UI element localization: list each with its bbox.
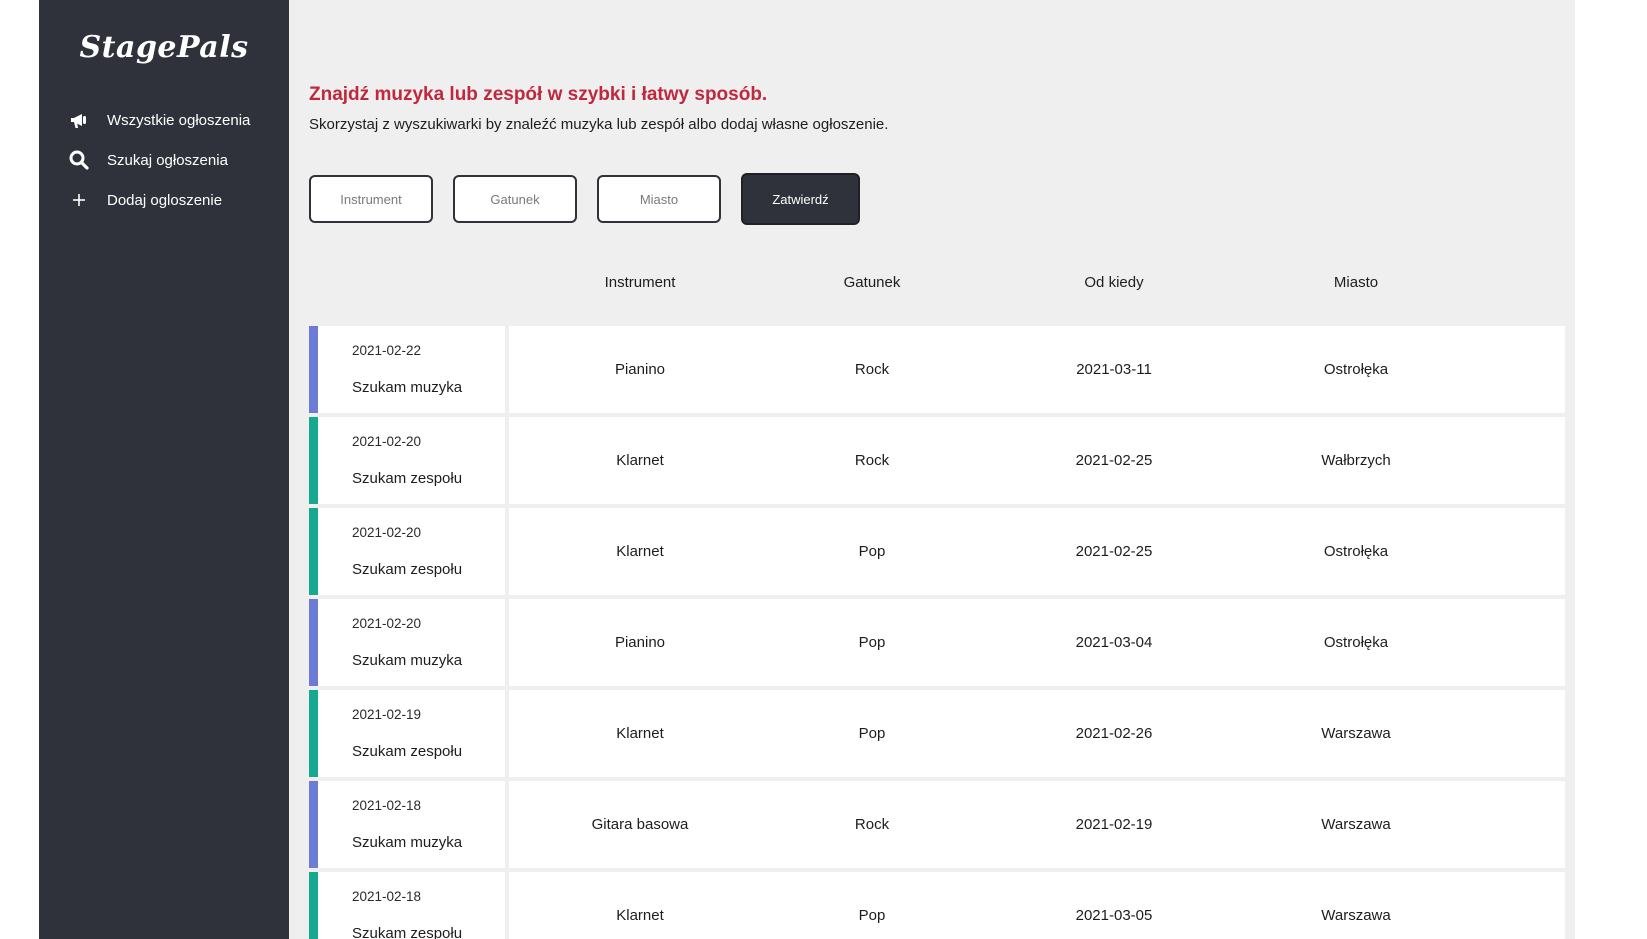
page: StagePals Wszystkie ogłoszenia Szukaj og… [0,0,1647,939]
sidebar-nav: Wszystkie ogłoszenia Szukaj ogłoszenia D… [39,100,289,220]
search-form: Zatwierdź [309,173,860,225]
row-details: Klarnet Pop 2021-02-25 Ostrołęka [509,508,1565,595]
page-subtitle: Skorzystaj z wyszukiwarki by znaleźć muz… [309,116,889,133]
cell-instrument: Klarnet [616,452,664,469]
sidebar-item-label: Wszystkie ogłoszenia [107,111,251,129]
plus-icon [67,188,91,212]
row-date: 2021-02-18 [352,889,422,904]
column-header-since: Od kiedy [1084,274,1144,291]
cell-city: Warszawa [1321,816,1391,833]
cell-since: 2021-03-05 [1075,907,1153,924]
cell-since: 2021-02-26 [1075,725,1153,742]
row-date: 2021-02-20 [352,616,422,631]
sidebar-item-search-ads[interactable]: Szukaj ogłoszenia [39,140,289,180]
cell-city: Warszawa [1321,907,1391,924]
cell-instrument: Klarnet [616,725,664,742]
cell-genre: Pop [858,725,886,742]
cell-instrument: Gitara basowa [591,816,689,833]
sidebar-item-all-ads[interactable]: Wszystkie ogłoszenia [39,100,289,140]
row-summary: 2021-02-18 Szukam zespołu [309,872,505,939]
city-input[interactable] [597,175,721,223]
cell-instrument: Klarnet [616,907,664,924]
cell-city: Ostrołęka [1323,361,1389,378]
cell-instrument: Pianino [614,361,666,378]
row-summary: 2021-02-20 Szukam zespołu [309,508,505,595]
row-date: 2021-02-22 [352,343,422,358]
column-header-genre: Gatunek [843,274,901,291]
row-title: Szukam muzyka [352,652,463,669]
column-header-instrument: Instrument [604,274,676,291]
genre-input[interactable] [453,175,577,223]
row-summary: 2021-02-22 Szukam muzyka [309,326,505,413]
sidebar-item-add-ad[interactable]: Dodaj ogloszenie [39,180,289,220]
row-title: Szukam muzyka [352,834,463,851]
cell-since: 2021-03-11 [1076,361,1152,378]
ads-list: 2021-02-22 Szukam muzyka Pianino Rock 20… [309,326,1565,939]
table-row[interactable]: 2021-02-20 Szukam zespołu Klarnet Rock 2… [309,417,1565,504]
row-date: 2021-02-20 [352,434,422,449]
row-title: Szukam zespołu [352,470,463,487]
cell-genre: Rock [854,361,890,378]
cell-since: 2021-02-19 [1075,816,1153,833]
row-summary: 2021-02-20 Szukam muzyka [309,599,505,686]
sidebar-item-label: Szukaj ogłoszenia [107,151,228,169]
sidebar-item-label: Dodaj ogloszenie [107,191,223,209]
table-row[interactable]: 2021-02-18 Szukam muzyka Gitara basowa R… [309,781,1565,868]
row-summary: 2021-02-18 Szukam muzyka [309,781,505,868]
row-date: 2021-02-18 [352,798,422,813]
row-summary: 2021-02-20 Szukam zespołu [309,417,505,504]
cell-instrument: Klarnet [616,543,664,560]
table-row[interactable]: 2021-02-19 Szukam zespołu Klarnet Pop 20… [309,690,1565,777]
logo[interactable]: StagePals [39,30,289,65]
row-date: 2021-02-20 [352,525,422,540]
cell-city: Ostrołęka [1323,634,1389,651]
row-details: Klarnet Pop 2021-03-05 Warszawa [509,872,1565,939]
cell-city: Ostrołęka [1323,543,1389,560]
submit-button[interactable]: Zatwierdź [741,173,860,225]
row-details: Pianino Rock 2021-03-11 Ostrołęka [509,326,1565,413]
row-details: Gitara basowa Rock 2021-02-19 Warszawa [509,781,1565,868]
table-row[interactable]: 2021-02-20 Szukam muzyka Pianino Pop 202… [309,599,1565,686]
sidebar: StagePals Wszystkie ogłoszenia Szukaj og… [39,0,289,939]
table-row[interactable]: 2021-02-20 Szukam zespołu Klarnet Pop 20… [309,508,1565,595]
row-title: Szukam zespołu [352,561,463,578]
row-details: Klarnet Rock 2021-02-25 Wałbrzych [509,417,1565,504]
cell-genre: Rock [854,452,890,469]
row-title: Szukam muzyka [352,379,463,396]
row-date: 2021-02-19 [352,707,422,722]
row-details: Klarnet Pop 2021-02-26 Warszawa [509,690,1565,777]
cell-since: 2021-02-25 [1075,543,1153,560]
row-summary: 2021-02-19 Szukam zespołu [309,690,505,777]
cell-city: Warszawa [1321,725,1391,742]
instrument-input[interactable] [309,175,433,223]
cell-since: 2021-03-04 [1075,634,1153,651]
main-content: Znajdź muzyka lub zespół w szybki i łatw… [289,0,1575,939]
cell-genre: Pop [858,907,886,924]
row-title: Szukam zespołu [352,743,463,760]
page-title: Znajdź muzyka lub zespół w szybki i łatw… [309,84,768,105]
megaphone-icon [67,108,91,132]
cell-genre: Pop [858,634,886,651]
column-header-city: Miasto [1333,274,1379,291]
table-row[interactable]: 2021-02-22 Szukam muzyka Pianino Rock 20… [309,326,1565,413]
cell-since: 2021-02-25 [1075,452,1153,469]
cell-genre: Rock [854,816,890,833]
cell-genre: Pop [858,543,886,560]
row-details: Pianino Pop 2021-03-04 Ostrołęka [509,599,1565,686]
cell-city: Wałbrzych [1321,452,1391,469]
row-title: Szukam zespołu [352,925,463,939]
search-icon [67,148,91,172]
table-header: Instrument Gatunek Od kiedy Miasto [309,274,1565,298]
cell-instrument: Pianino [614,634,666,651]
table-row[interactable]: 2021-02-18 Szukam zespołu Klarnet Pop 20… [309,872,1565,939]
